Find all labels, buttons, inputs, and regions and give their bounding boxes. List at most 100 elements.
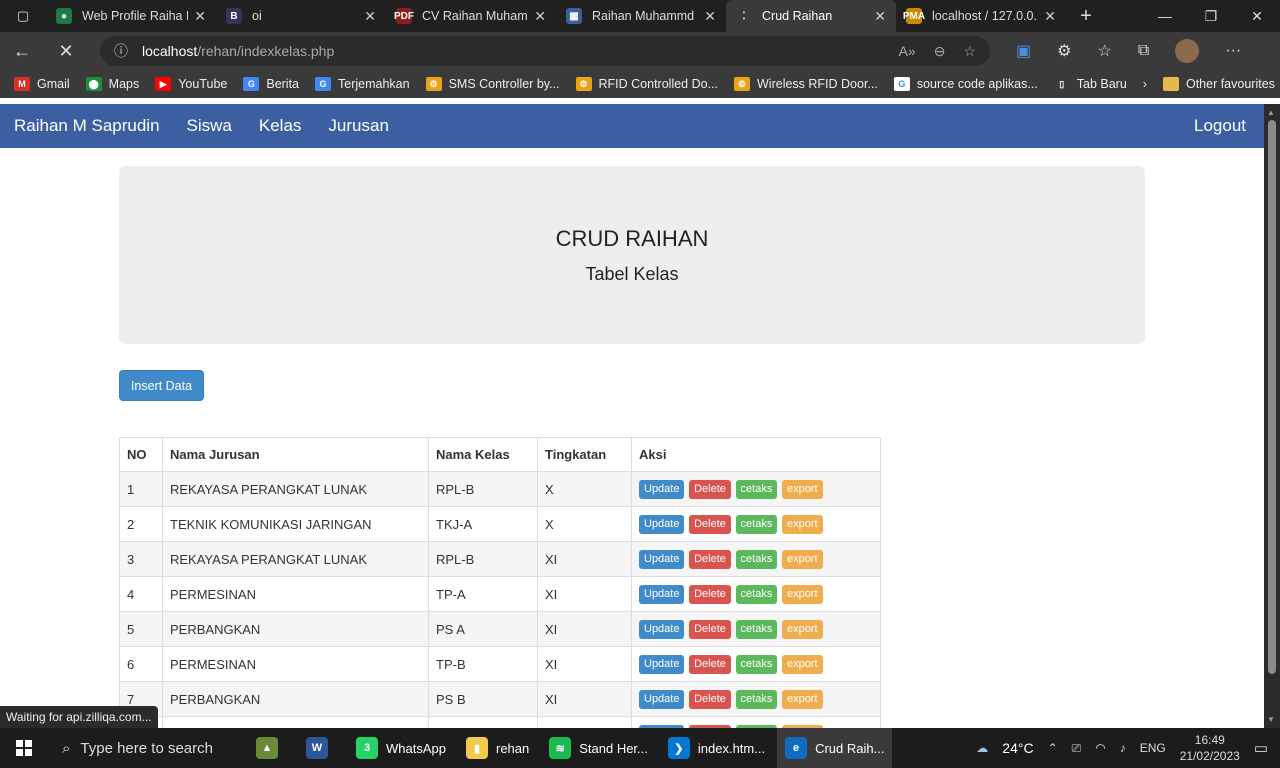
url-host: localhost xyxy=(142,43,198,59)
export-button[interactable]: export xyxy=(781,689,823,709)
export-button[interactable]: export xyxy=(781,619,823,639)
bookmarks-overflow-icon[interactable]: › xyxy=(1143,77,1147,91)
extensions-icon[interactable]: ⚙ xyxy=(1057,41,1071,61)
browser-tab[interactable]: ● Web Profile Raiha M ✕ xyxy=(46,0,216,32)
close-tab-icon[interactable]: ✕ xyxy=(704,8,716,25)
nav-siswa[interactable]: Siswa xyxy=(187,116,232,136)
collections-icon[interactable]: ⧉ xyxy=(1138,42,1149,60)
weather-icon[interactable]: ☁ xyxy=(976,741,988,755)
close-tab-icon[interactable]: ✕ xyxy=(364,8,376,25)
page-scrollbar[interactable]: ▲ ▼ xyxy=(1264,104,1280,728)
update-button[interactable]: Update xyxy=(639,689,685,709)
delete-button[interactable]: Delete xyxy=(689,479,731,499)
restore-button[interactable]: ❐ xyxy=(1188,0,1234,32)
browser-tab[interactable]: ▦ Raihan Muhammd S ✕ xyxy=(556,0,726,32)
delete-button[interactable]: Delete xyxy=(689,689,731,709)
other-favourites[interactable]: Other favourites xyxy=(1162,77,1275,91)
taskbar-app[interactable]: ❯ index.htm... xyxy=(660,728,773,768)
zoom-icon[interactable]: ⊖ xyxy=(934,43,946,60)
wifi-icon[interactable]: ◠ xyxy=(1095,741,1105,755)
address-bar[interactable]: ⓘ localhost/rehan/indexkelas.php A» ⊖ ☆ xyxy=(100,36,990,66)
cetak-button[interactable]: cetaks xyxy=(735,549,778,569)
browser-tab[interactable]: PDF CV Raihan Muhamm ✕ xyxy=(386,0,556,32)
cetak-button[interactable]: cetaks xyxy=(735,654,778,674)
update-button[interactable]: Update xyxy=(639,619,685,639)
camera-icon[interactable]: ⎚ xyxy=(1072,741,1082,756)
delete-button[interactable]: Delete xyxy=(689,549,731,569)
bookmark-item[interactable]: ▶ YouTube xyxy=(155,77,227,91)
profile-avatar[interactable] xyxy=(1175,39,1200,63)
bookmark-item[interactable]: ⚙ RFID Controlled Do... xyxy=(575,77,718,91)
scrollbar-thumb[interactable] xyxy=(1268,120,1276,674)
delete-button[interactable]: Delete xyxy=(689,584,731,604)
bookmark-item[interactable]: G Terjemahkan xyxy=(315,77,410,91)
weather-temp[interactable]: 24°C xyxy=(1002,740,1033,756)
close-tab-icon[interactable]: ✕ xyxy=(874,8,886,25)
taskbar-app[interactable]: ≋ Stand Her... xyxy=(541,728,656,768)
taskbar-app[interactable]: W xyxy=(298,728,344,768)
bookmark-item[interactable]: ⚙ SMS Controller by... xyxy=(425,77,560,91)
delete-button[interactable]: Delete xyxy=(689,514,731,534)
cetak-button[interactable]: cetaks xyxy=(735,689,778,709)
bookmark-item[interactable]: Gsource code aplikas... xyxy=(893,77,1038,91)
bookmark-item[interactable]: ⬤ Maps xyxy=(85,77,139,91)
tray-overflow-icon[interactable]: ⌃ xyxy=(1048,741,1058,755)
bookmark-item[interactable]: ⚙ Wireless RFID Door... xyxy=(734,77,878,91)
update-button[interactable]: Update xyxy=(639,514,685,534)
taskbar-app[interactable]: 3 WhatsApp xyxy=(348,728,454,768)
read-aloud-icon[interactable]: A» xyxy=(899,43,916,60)
taskbar-app[interactable]: e Crud Raih... xyxy=(777,728,893,768)
close-tab-icon[interactable]: ✕ xyxy=(1044,8,1056,25)
export-button[interactable]: export xyxy=(781,654,823,674)
more-menu-icon[interactable]: ··· xyxy=(1225,42,1241,60)
bookmark-item[interactable]: ▯ Tab Baru xyxy=(1053,77,1127,91)
scroll-down-icon[interactable]: ▼ xyxy=(1267,715,1275,724)
start-button[interactable] xyxy=(0,740,48,756)
stop-loading-button[interactable]: ✕ xyxy=(44,41,88,62)
site-info-icon[interactable]: ⓘ xyxy=(114,41,128,61)
close-window-button[interactable]: ✕ xyxy=(1234,0,1280,32)
bookmark-item[interactable]: G Berita xyxy=(243,77,299,91)
brand-link[interactable]: Raihan M Saprudin xyxy=(14,116,160,136)
update-button[interactable]: Update xyxy=(639,654,685,674)
status-bar: Waiting for api.zilliqa.com... xyxy=(0,706,158,728)
taskbar-app[interactable]: ▮ rehan xyxy=(458,728,537,768)
clock[interactable]: 16:49 21/02/2023 xyxy=(1180,732,1240,764)
scroll-up-icon[interactable]: ▲ xyxy=(1267,108,1275,117)
export-button[interactable]: export xyxy=(781,584,823,604)
insert-data-button[interactable]: Insert Data xyxy=(119,370,204,401)
volume-icon[interactable]: ♪ xyxy=(1120,741,1126,755)
logout-link[interactable]: Logout xyxy=(1194,116,1246,136)
back-button[interactable]: ← xyxy=(0,41,44,62)
close-tab-icon[interactable]: ✕ xyxy=(194,8,206,25)
update-button[interactable]: Update xyxy=(639,549,685,569)
favorites-icon[interactable]: ☆ xyxy=(1097,41,1111,61)
language-indicator[interactable]: ENG xyxy=(1140,741,1166,755)
taskbar-search[interactable]: ⌕ Type here to search xyxy=(48,740,248,757)
browser-tab[interactable]: ⁚ Crud Raihan ✕ xyxy=(726,0,896,32)
update-button[interactable]: Update xyxy=(639,479,685,499)
minimize-button[interactable]: — xyxy=(1142,0,1188,32)
bookmark-item[interactable]: M Gmail xyxy=(14,77,70,91)
browser-tab[interactable]: Boi ✕ xyxy=(216,0,386,32)
export-button[interactable]: export xyxy=(781,549,823,569)
delete-button[interactable]: Delete xyxy=(689,654,731,674)
notifications-icon[interactable]: ▭ xyxy=(1254,739,1268,757)
delete-button[interactable]: Delete xyxy=(689,619,731,639)
export-button[interactable]: export xyxy=(781,514,823,534)
translate-icon[interactable]: ▣ xyxy=(1016,41,1031,61)
favorite-add-icon[interactable]: ☆ xyxy=(963,43,976,60)
update-button[interactable]: Update xyxy=(639,584,685,604)
nav-jurusan[interactable]: Jurusan xyxy=(328,116,388,136)
new-tab-button[interactable]: + xyxy=(1066,0,1106,32)
cetak-button[interactable]: cetaks xyxy=(735,479,778,499)
browser-tab[interactable]: PMA localhost / 127.0.0.1 ✕ xyxy=(896,0,1066,32)
taskbar-app[interactable]: ▲ xyxy=(248,728,294,768)
cetak-button[interactable]: cetaks xyxy=(735,619,778,639)
nav-kelas[interactable]: Kelas xyxy=(259,116,302,136)
tab-actions-icon[interactable]: ▢ xyxy=(0,0,46,32)
cetak-button[interactable]: cetaks xyxy=(735,584,778,604)
close-tab-icon[interactable]: ✕ xyxy=(534,8,546,25)
cetak-button[interactable]: cetaks xyxy=(735,514,778,534)
export-button[interactable]: export xyxy=(781,479,823,499)
